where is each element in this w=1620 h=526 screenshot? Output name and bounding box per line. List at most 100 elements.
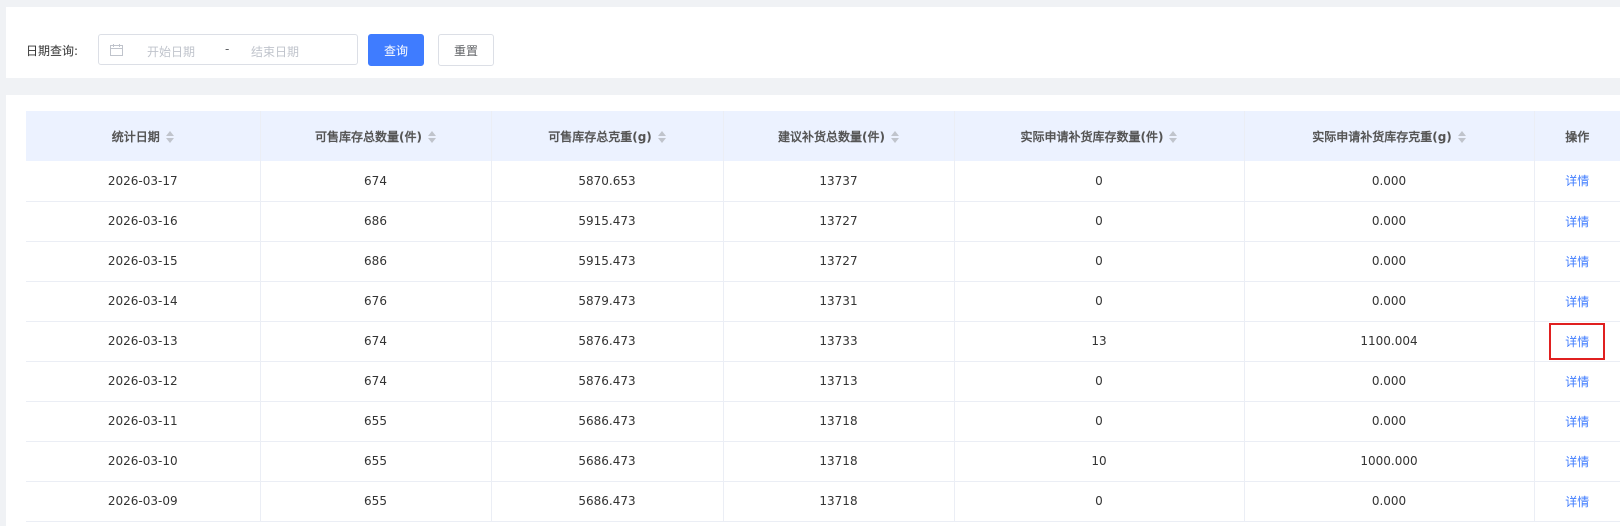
header-label: 可售库存总克重(g): [548, 129, 652, 144]
header-label: 建议补货总数量(件): [778, 129, 885, 144]
sort-icon[interactable]: [165, 131, 174, 143]
table-cell: 655: [260, 481, 492, 521]
table-cell: 5876.473: [491, 321, 724, 361]
table-cell: 0.000: [1244, 201, 1535, 241]
table-row: 2026-03-17 674 5870.653 13737 0 0.000 详情: [26, 161, 1620, 201]
header-available-weight[interactable]: 可售库存总克重(g): [491, 111, 724, 161]
table-cell: 5876.473: [491, 361, 724, 401]
table-cell: 5686.473: [491, 481, 724, 521]
table-cell: 0: [954, 281, 1245, 321]
detail-link[interactable]: 详情: [1551, 405, 1603, 438]
cell-actions: 详情: [1534, 321, 1620, 361]
cell-actions: 详情: [1534, 401, 1620, 441]
detail-link[interactable]: 详情: [1551, 245, 1603, 278]
sort-icon[interactable]: [1457, 131, 1466, 143]
table-row: 2026-03-15 686 5915.473 13727 0 0.000 详情: [26, 241, 1620, 281]
cell-actions: 详情: [1534, 281, 1620, 321]
table-row: 2026-03-14 676 5879.473 13731 0 0.000 详情: [26, 281, 1620, 321]
date-filter-label: 日期查询:: [26, 44, 79, 58]
table-cell: 686: [260, 201, 492, 241]
header-label: 实际申请补货库存克重(g): [1312, 129, 1452, 144]
table-cell: 10: [954, 441, 1245, 481]
header-label: 操作: [1565, 129, 1590, 144]
table-cell: 1000.000: [1244, 441, 1535, 481]
table-cell: 13727: [723, 201, 955, 241]
table-body: 2026-03-17 674 5870.653 13737 0 0.000 详情 2026-0…: [26, 161, 1620, 521]
cell-actions: 详情: [1534, 161, 1620, 201]
table-panel: 统计日期 可售库存总数量(件) 可售库存总克重(g) 建议补货总数量(件) 实际…: [6, 95, 1620, 526]
detail-link[interactable]: 详情: [1549, 322, 1606, 360]
date-separator: -: [225, 42, 230, 56]
table-cell: 674: [260, 361, 492, 401]
query-button[interactable]: 查询: [368, 34, 424, 66]
table-cell: 0: [954, 241, 1245, 281]
table-cell: 2026-03-13: [26, 321, 261, 361]
table-row: 2026-03-13 674 5876.473 13733 13 1100.004 详情: [26, 321, 1620, 361]
header-label: 统计日期: [111, 129, 160, 144]
table-cell: 2026-03-14: [26, 281, 261, 321]
table-cell: 0.000: [1244, 161, 1535, 201]
table-row: 2026-03-09 655 5686.473 13718 0 0.000 详情: [26, 481, 1620, 521]
table-row: 2026-03-16 686 5915.473 13727 0 0.000 详情: [26, 201, 1620, 241]
detail-link[interactable]: 详情: [1551, 365, 1603, 398]
calendar-icon: [110, 44, 123, 56]
table-cell: 5915.473: [491, 201, 724, 241]
table-cell: 2026-03-17: [26, 161, 261, 201]
date-range-picker[interactable]: 开始日期 - 结束日期: [98, 34, 358, 65]
table-cell: 13727: [723, 241, 955, 281]
table-cell: 674: [260, 321, 492, 361]
table-cell: 0.000: [1244, 241, 1535, 281]
end-date-input[interactable]: 结束日期: [251, 43, 299, 60]
table-cell: 2026-03-15: [26, 241, 261, 281]
table-row: 2026-03-12 674 5876.473 13713 0 0.000 详情: [26, 361, 1620, 401]
table-cell: 676: [260, 281, 492, 321]
table-cell: 0: [954, 201, 1245, 241]
reset-button[interactable]: 重置: [438, 34, 494, 66]
table-cell: 5686.473: [491, 401, 724, 441]
table-cell: 0: [954, 481, 1245, 521]
table-header-row: 统计日期 可售库存总数量(件) 可售库存总克重(g) 建议补货总数量(件) 实际…: [26, 111, 1620, 161]
header-actions: 操作: [1534, 111, 1620, 161]
table-cell: 0: [954, 161, 1245, 201]
cell-actions: 详情: [1534, 441, 1620, 481]
table-cell: 2026-03-12: [26, 361, 261, 401]
table-cell: 0: [954, 401, 1245, 441]
table-cell: 5915.473: [491, 241, 724, 281]
table-cell: 13737: [723, 161, 955, 201]
table-cell: 5870.653: [491, 161, 724, 201]
table-cell: 1100.004: [1244, 321, 1535, 361]
table-cell: 13718: [723, 441, 955, 481]
table-cell: 655: [260, 401, 492, 441]
header-requested-qty[interactable]: 实际申请补货库存数量(件): [954, 111, 1245, 161]
table-cell: 5686.473: [491, 441, 724, 481]
detail-link[interactable]: 详情: [1551, 485, 1603, 518]
sort-icon[interactable]: [657, 131, 666, 143]
header-date[interactable]: 统计日期: [26, 111, 261, 161]
table-cell: 5879.473: [491, 281, 724, 321]
header-available-qty[interactable]: 可售库存总数量(件): [260, 111, 492, 161]
cell-actions: 详情: [1534, 481, 1620, 521]
detail-link[interactable]: 详情: [1551, 445, 1603, 478]
start-date-input[interactable]: 开始日期: [147, 43, 195, 60]
table-cell: 2026-03-16: [26, 201, 261, 241]
detail-link[interactable]: 详情: [1551, 285, 1603, 318]
header-suggested-qty[interactable]: 建议补货总数量(件): [723, 111, 955, 161]
detail-link[interactable]: 详情: [1551, 205, 1603, 238]
table-cell: 674: [260, 161, 492, 201]
sort-icon[interactable]: [1169, 131, 1178, 143]
table-cell: 13713: [723, 361, 955, 401]
table-row: 2026-03-10 655 5686.473 13718 10 1000.000 详情: [26, 441, 1620, 481]
header-requested-weight[interactable]: 实际申请补货库存克重(g): [1244, 111, 1535, 161]
table-cell: 0: [954, 361, 1245, 401]
detail-link[interactable]: 详情: [1551, 164, 1603, 197]
table-cell: 0.000: [1244, 361, 1535, 401]
table-cell: 0.000: [1244, 481, 1535, 521]
table-cell: 13718: [723, 481, 955, 521]
table-cell: 13718: [723, 401, 955, 441]
header-label: 实际申请补货库存数量(件): [1020, 129, 1164, 144]
sort-icon[interactable]: [427, 131, 436, 143]
table-cell: 2026-03-09: [26, 481, 261, 521]
table-cell: 0.000: [1244, 401, 1535, 441]
cell-actions: 详情: [1534, 201, 1620, 241]
sort-icon[interactable]: [890, 131, 899, 143]
